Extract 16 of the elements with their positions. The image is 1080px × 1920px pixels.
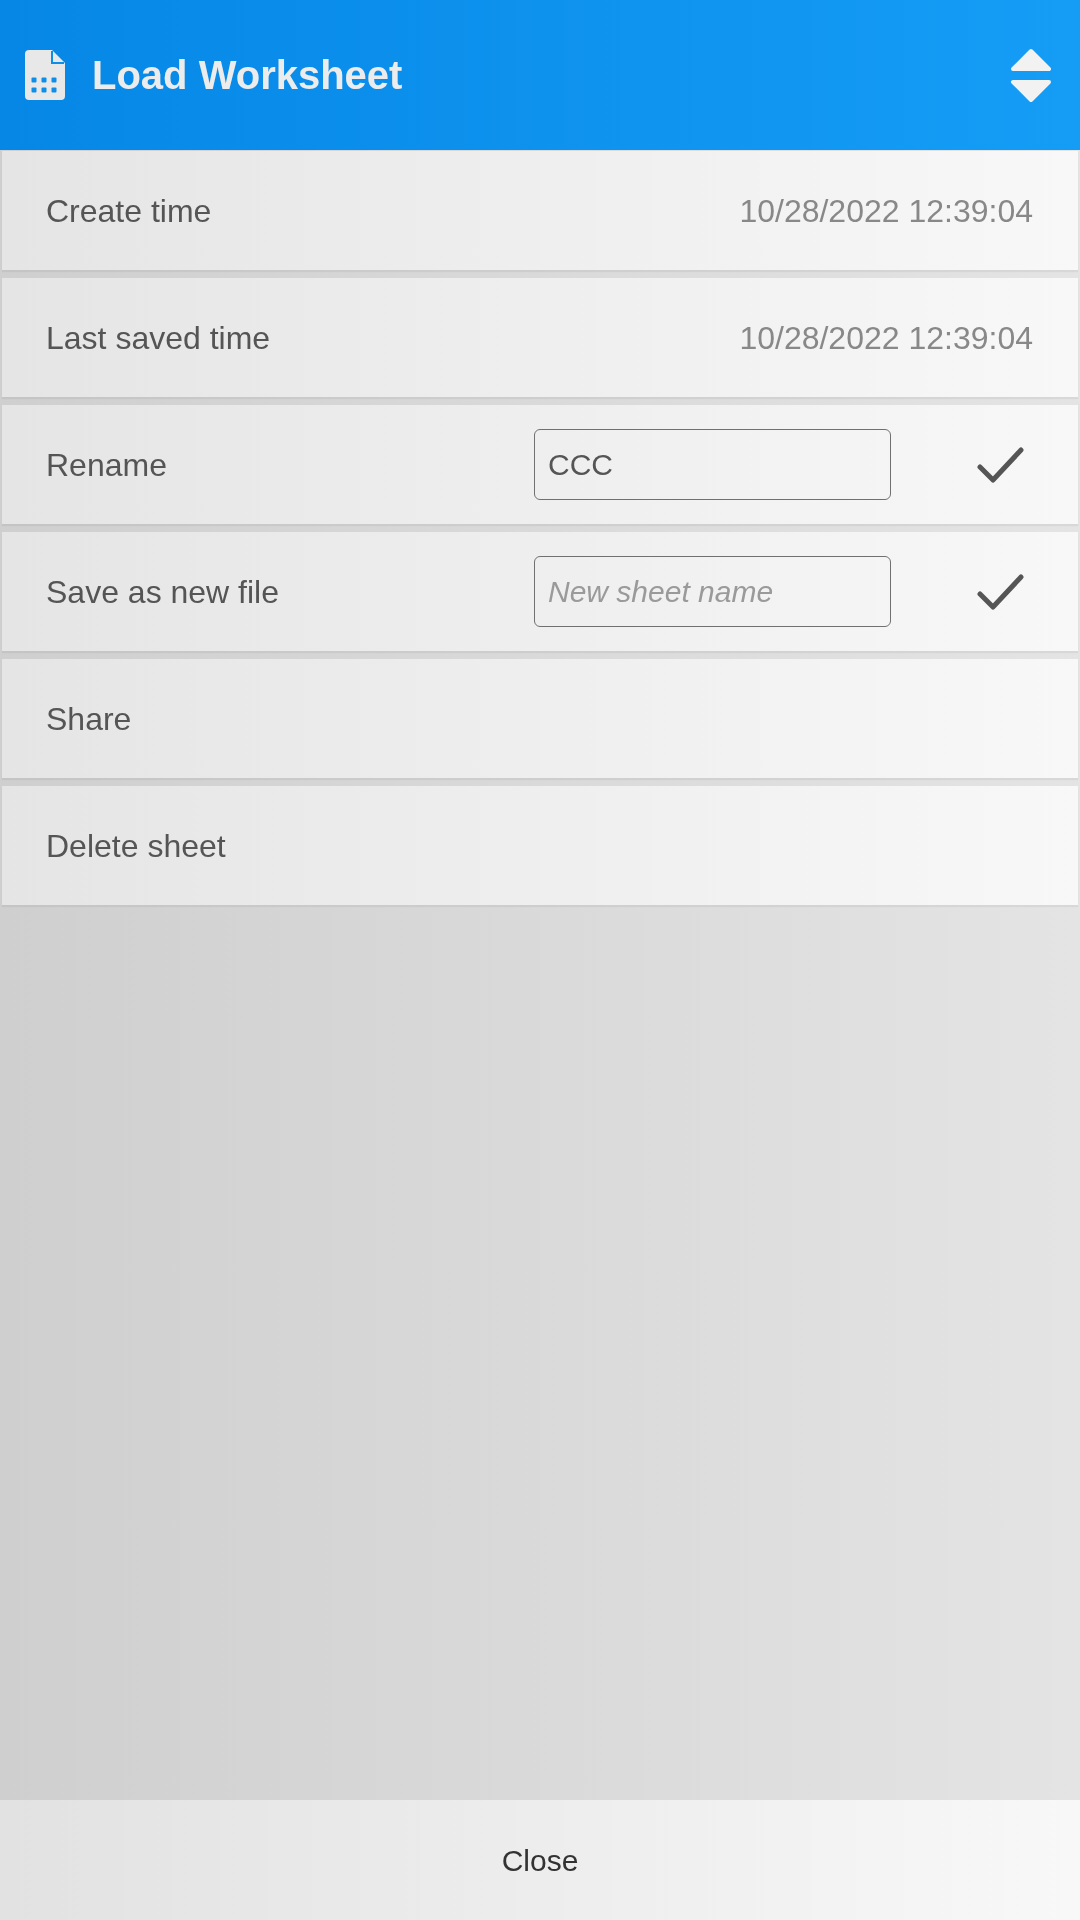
row-label: Last saved time — [46, 318, 271, 358]
timestamp-value: 10/28/2022 12:39:04 — [739, 191, 1033, 231]
row-label: Rename — [46, 445, 167, 485]
header-title: Load Worksheet — [92, 55, 403, 95]
checkmark-icon[interactable] — [977, 572, 1024, 611]
checkmark-icon[interactable] — [977, 445, 1024, 484]
timestamp-value: 10/28/2022 12:39:04 — [739, 318, 1033, 358]
close-button[interactable]: Close — [0, 1800, 1080, 1920]
row-label: Create time — [46, 191, 212, 231]
spreadsheet-file-icon — [25, 50, 65, 100]
menu-item[interactable]: Delete sheet — [2, 786, 1078, 905]
sort-icon[interactable] — [1010, 47, 1052, 103]
text-input[interactable]: CCC — [534, 429, 891, 500]
row-label: Save as new file — [46, 572, 279, 612]
text-input[interactable]: New sheet name — [534, 556, 891, 627]
menu-item[interactable]: Share — [2, 659, 1078, 778]
